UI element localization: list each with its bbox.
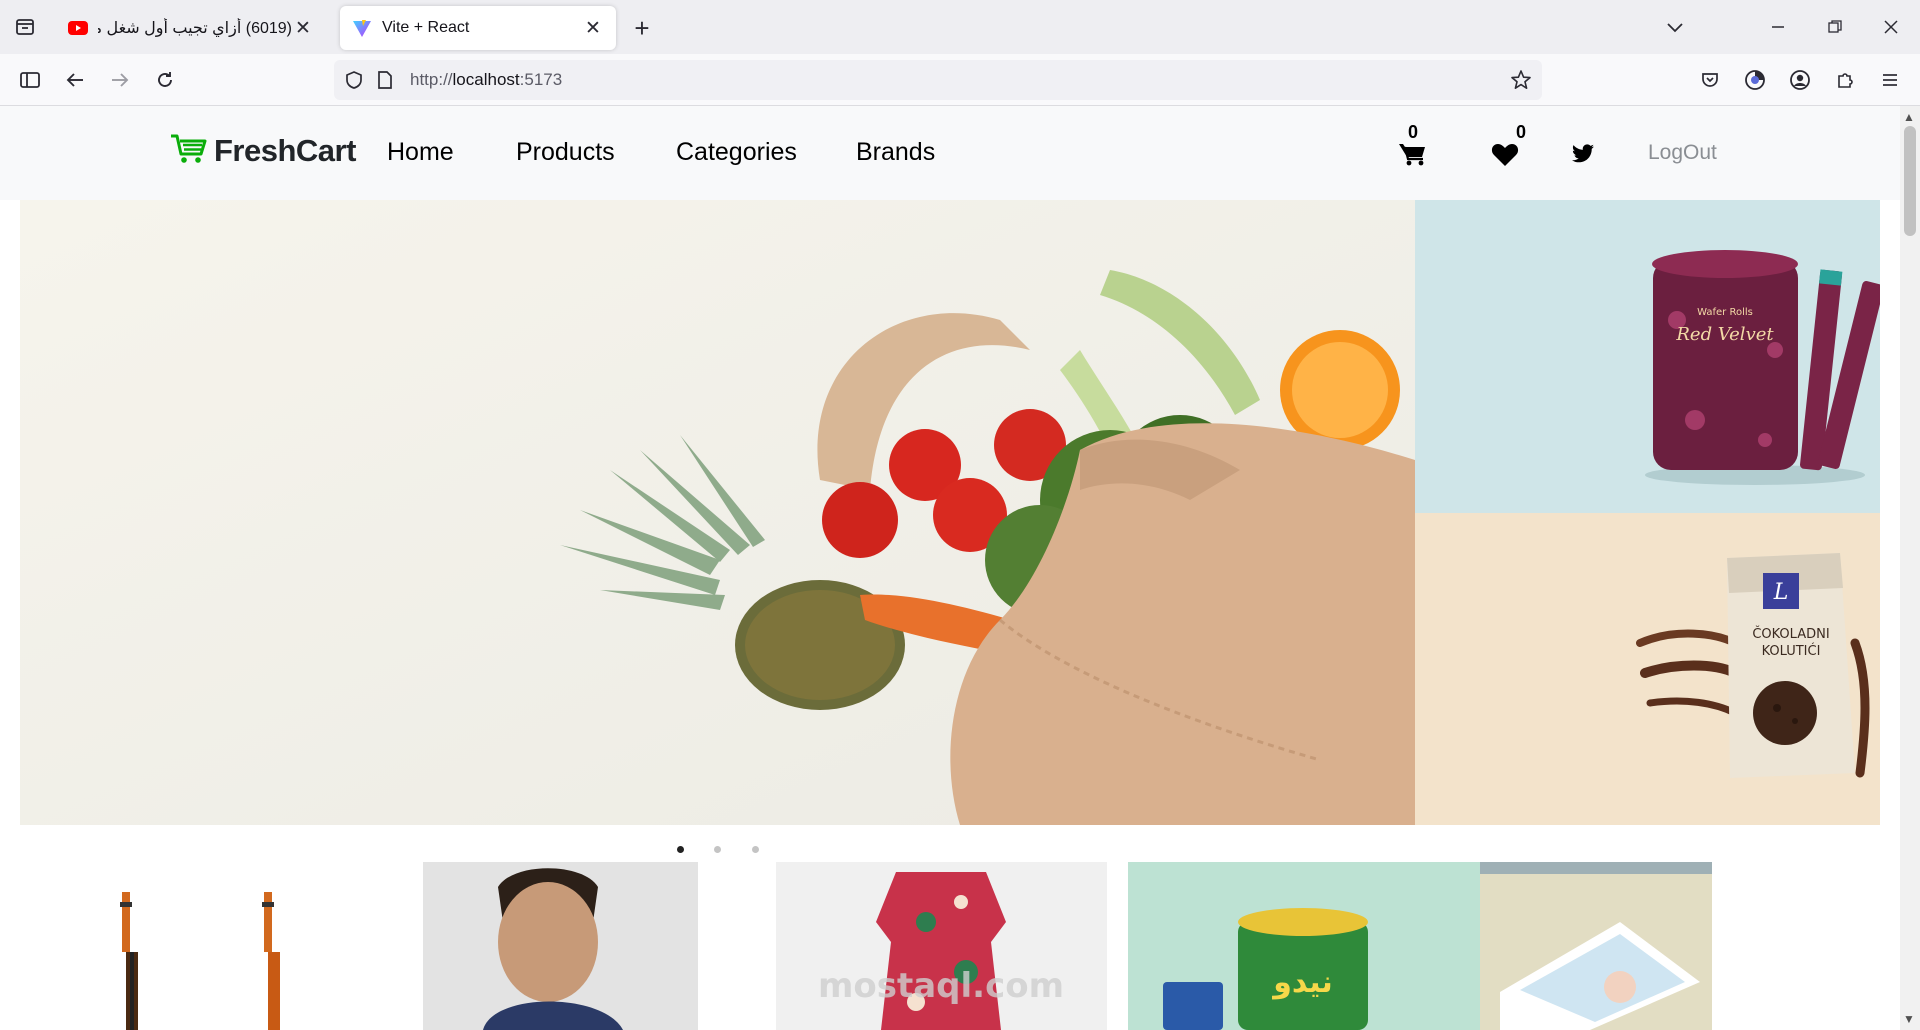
- url-host: localhost: [452, 70, 520, 89]
- cart-icon[interactable]: [1398, 142, 1426, 171]
- menu-icon[interactable]: [1874, 64, 1906, 96]
- category-tile-music[interactable]: [20, 862, 398, 1030]
- browser-toolbar: http://localhost:5173: [0, 54, 1920, 106]
- account-icon[interactable]: [1784, 64, 1816, 96]
- timer-icon[interactable]: [1739, 64, 1771, 96]
- close-icon[interactable]: ✕: [582, 17, 604, 39]
- floral-dress-image: mostaql.com: [776, 862, 1107, 1030]
- slider-dot-1[interactable]: [677, 846, 684, 853]
- page-viewport: FreshCart Home Products Categories Brand…: [0, 106, 1900, 1030]
- shopping-cart-logo-icon: [170, 132, 208, 169]
- url-port: :5173: [519, 70, 563, 89]
- tab-title: Vite + React: [382, 19, 470, 36]
- cart-count: 0: [1408, 122, 1419, 142]
- milk-can-image: نيدو: [1128, 862, 1480, 1030]
- choco-line2-text: KOLUTIĆI: [1762, 643, 1821, 659]
- chevron-down-icon[interactable]: [1660, 12, 1690, 42]
- nav-products[interactable]: Products: [516, 138, 615, 167]
- category-tile-women[interactable]: mostaql.com: [776, 862, 1107, 1030]
- minimize-icon[interactable]: [1763, 12, 1793, 42]
- twitter-icon[interactable]: [1572, 144, 1594, 168]
- scroll-thumb[interactable]: [1904, 126, 1916, 236]
- slider-dot-2[interactable]: [714, 846, 721, 853]
- chocolate-promo-image[interactable]: L ČOKOLADNI KOLUTIĆI: [1415, 513, 1880, 825]
- nav-brands[interactable]: Brands: [856, 138, 935, 167]
- nav-categories[interactable]: Categories: [676, 138, 797, 167]
- nav-home[interactable]: Home: [387, 138, 454, 167]
- youtube-icon: [68, 18, 88, 38]
- category-tile-baby[interactable]: [1480, 862, 1712, 1030]
- url-bar[interactable]: http://localhost:5173: [334, 60, 1542, 100]
- page-scrollbar[interactable]: ▲ ▼: [1900, 106, 1920, 1030]
- category-tile-supermarket[interactable]: نيدو: [1128, 862, 1480, 1030]
- tab-vite-react[interactable]: Vite + React ✕: [340, 6, 616, 50]
- sidebar-icon[interactable]: [14, 64, 46, 96]
- wafer-brand-text: Red Velvet: [1675, 324, 1774, 345]
- restore-icon[interactable]: [1820, 12, 1850, 42]
- browser-tab-bar: (6019) أزاي تجيب أول شغل من ال ✕ Vite + …: [0, 0, 1920, 54]
- slider-dot-3[interactable]: [752, 846, 759, 853]
- wafer-sub-text: Wafer Rolls: [1697, 307, 1753, 318]
- vite-icon: [352, 18, 372, 38]
- brand-name: FreshCart: [214, 132, 356, 168]
- reload-icon[interactable]: [149, 64, 181, 96]
- pocket-icon[interactable]: [1694, 64, 1726, 96]
- url-text[interactable]: http://localhost:5173: [410, 70, 562, 90]
- scroll-up-icon[interactable]: ▲: [1903, 110, 1915, 124]
- man-portrait-image: [423, 862, 698, 1030]
- star-icon[interactable]: [1510, 69, 1532, 96]
- page-icon: [376, 70, 394, 95]
- wishlist-count: 0: [1516, 122, 1527, 142]
- red-velvet-wafer-illustration: Red Velvet Wafer Rolls: [1415, 200, 1880, 513]
- url-scheme: http://: [410, 70, 453, 89]
- extensions-icon[interactable]: [1829, 64, 1861, 96]
- tab-title: (6019) أزاي تجيب أول شغل من ال: [98, 20, 292, 37]
- back-icon[interactable]: [59, 64, 91, 96]
- main-slider-image[interactable]: [20, 200, 1415, 825]
- can-label-text: نيدو: [1271, 965, 1333, 1000]
- plus-icon[interactable]: +: [628, 13, 656, 43]
- site-navbar: FreshCart Home Products Categories Brand…: [0, 106, 1900, 200]
- chocolate-cookies-illustration: L ČOKOLADNI KOLUTIĆI: [1415, 513, 1880, 825]
- choco-line1-text: ČOKOLADNI: [1752, 626, 1829, 642]
- brand-logo[interactable]: FreshCart: [170, 132, 356, 169]
- window-close-icon[interactable]: [1876, 12, 1906, 42]
- choco-logo-text: L: [1773, 580, 1789, 605]
- watermark-text: mostaql.com: [818, 966, 1064, 1006]
- logout-link[interactable]: LogOut: [1648, 141, 1717, 165]
- scroll-down-icon[interactable]: ▼: [1903, 1012, 1915, 1026]
- tab-youtube[interactable]: (6019) أزاي تجيب أول شغل من ال ✕: [56, 6, 326, 50]
- heart-icon[interactable]: [1491, 142, 1519, 172]
- tab-list-icon[interactable]: [10, 12, 40, 42]
- diapers-image: [1480, 862, 1712, 1030]
- guitars-image: [120, 892, 280, 1030]
- category-tile-men[interactable]: [423, 862, 698, 1030]
- shield-icon[interactable]: [344, 70, 364, 95]
- wafer-promo-image[interactable]: Red Velvet Wafer Rolls: [1415, 200, 1880, 513]
- close-icon[interactable]: ✕: [292, 17, 314, 39]
- forward-icon[interactable]: [104, 64, 136, 96]
- grocery-bag-illustration: [20, 200, 1415, 825]
